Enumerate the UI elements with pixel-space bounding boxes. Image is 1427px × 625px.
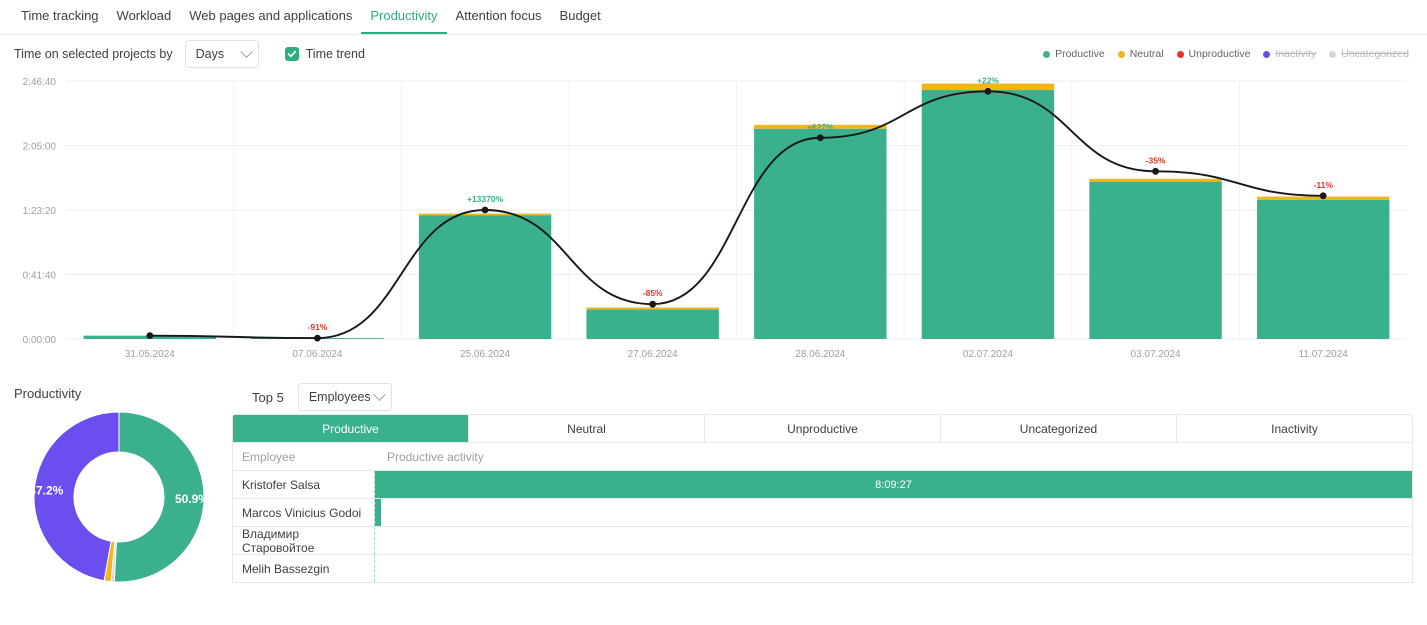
table-row[interactable]: Marcos Vinicius Godoi (232, 499, 1413, 527)
chevron-down-icon (372, 387, 386, 401)
tab-attention-focus[interactable]: Attention focus (447, 0, 551, 34)
tab-time-tracking[interactable]: Time tracking (12, 0, 108, 34)
employee-rows: Kristofer Salsa 8:09:27 Marcos Vinicius Go… (232, 471, 1413, 583)
activity-bar (375, 499, 381, 526)
employee-name: Владимир Старовойтое (233, 527, 375, 555)
chevron-down-icon (239, 44, 253, 58)
svg-text:25.06.2024: 25.06.2024 (460, 349, 510, 360)
tab-neutral[interactable]: Neutral (469, 415, 705, 442)
activity-value: 8:09:27 (875, 478, 912, 491)
time-on-projects-label: Time on selected projects by (14, 47, 173, 61)
activity-bar: 8:09:27 (375, 471, 1412, 498)
svg-text:0:41:40: 0:41:40 (23, 271, 57, 282)
tab-unproductive[interactable]: Unproductive (705, 415, 941, 442)
time-trend-label: Time trend (305, 47, 365, 61)
tab-uncategorized[interactable]: Uncategorized (941, 415, 1177, 442)
activity-bar-cell (375, 555, 1412, 582)
legend-item-unproductive[interactable]: Unproductive (1176, 48, 1251, 60)
legend-dot-inactivity (1263, 50, 1271, 58)
svg-text:1:23:20: 1:23:20 (23, 206, 57, 217)
time-trend-chart: 0:00:00 0:41:40 1:23:20 2:05:00 2:46:40 31.05… (14, 73, 1413, 378)
legend-label-inactivity: Inactivity (1275, 48, 1317, 60)
legend-item-neutral[interactable]: Neutral (1117, 48, 1164, 60)
svg-text:27.06.2024: 27.06.2024 (628, 349, 678, 360)
activity-bar-cell (375, 527, 1412, 554)
svg-text:-91%: -91% (308, 322, 328, 332)
legend-dot-unproductive (1176, 50, 1184, 58)
svg-text:31.05.2024: 31.05.2024 (125, 349, 175, 360)
group-by-select[interactable]: Employees (297, 383, 392, 411)
period-select-value: Days (195, 47, 225, 61)
chart-legend: Productive Neutral Unproductive Inactivi… (1043, 48, 1409, 60)
time-trend-checkbox[interactable]: Time trend (284, 47, 365, 61)
donut-chart-svg: 50.9% 47.2% (29, 411, 209, 583)
period-select[interactable]: Days (184, 40, 259, 68)
top5-label: Top 5 (252, 389, 284, 405)
svg-text:28.06.2024: 28.06.2024 (795, 349, 845, 360)
svg-text:+13370%: +13370% (467, 194, 504, 204)
legend-dot-neutral (1117, 50, 1125, 58)
activity-bar-cell: 8:09:27 (375, 471, 1412, 498)
column-header-activity: Productive activity (387, 449, 484, 464)
group-by-select-value: Employees (308, 390, 371, 404)
svg-text:+627%: +627% (807, 122, 834, 132)
employee-name: Melih Bassezgin (233, 555, 375, 582)
svg-text:2:05:00: 2:05:00 (23, 142, 57, 153)
svg-text:-85%: -85% (643, 288, 663, 298)
legend-item-productive[interactable]: Productive (1043, 48, 1105, 60)
table-row[interactable]: Владимир Старовойтое (232, 527, 1413, 555)
column-header-employee: Employee (242, 449, 296, 464)
svg-text:0:00:00: 0:00:00 (23, 335, 57, 346)
activity-bar-cell (375, 499, 1412, 526)
employee-name: Kristofer Salsa (233, 471, 375, 498)
svg-text:02.07.2024: 02.07.2024 (963, 349, 1013, 360)
legend-dot-productive (1043, 50, 1051, 58)
legend-label-unproductive: Unproductive (1188, 48, 1251, 60)
legend-label-uncategorized: Uncategorized (1341, 48, 1409, 60)
check-icon (284, 47, 299, 61)
tab-web-pages-and-applications[interactable]: Web pages and applications (180, 0, 361, 34)
tab-budget[interactable]: Budget (551, 0, 610, 34)
svg-text:-11%: -11% (1314, 180, 1334, 190)
productivity-title: Productivity (14, 386, 82, 401)
tab-productivity[interactable]: Productivity (361, 0, 446, 34)
table-header-row: Employee Productive activity (232, 443, 1413, 471)
main-tab-bar: Time tracking Workload Web pages and app… (0, 0, 1427, 35)
legend-label-productive: Productive (1055, 48, 1105, 60)
legend-label-neutral: Neutral (1129, 48, 1164, 60)
productivity-donut-panel: Productivity 50.9% 47.2% (14, 380, 232, 589)
category-tab-bar: Productive Neutral Unproductive Uncatego… (232, 414, 1413, 443)
employee-name: Marcos Vinicius Godoi (233, 499, 375, 526)
time-trend-chart-svg: 0:00:00 0:41:40 1:23:20 2:05:00 2:46:40 31.05… (23, 75, 1407, 360)
svg-text:-35%: -35% (1146, 155, 1166, 165)
svg-text:47.2%: 47.2% (29, 484, 63, 498)
legend-dot-uncategorized (1329, 50, 1337, 58)
tab-inactivity[interactable]: Inactivity (1177, 415, 1412, 442)
table-row[interactable]: Melih Bassezgin (232, 555, 1413, 583)
legend-item-uncategorized[interactable]: Uncategorized (1329, 48, 1409, 60)
table-row[interactable]: Kristofer Salsa 8:09:27 (232, 471, 1413, 499)
tab-productive[interactable]: Productive (233, 415, 469, 442)
svg-text:+22%: +22% (977, 75, 999, 85)
svg-text:07.06.2024: 07.06.2024 (292, 349, 342, 360)
top-employees-panel: Top 5 Employees Productive Neutral Unpro… (232, 380, 1413, 589)
tab-workload[interactable]: Workload (108, 0, 181, 34)
svg-text:03.07.2024: 03.07.2024 (1131, 349, 1181, 360)
svg-text:2:46:40: 2:46:40 (23, 77, 57, 88)
donut-chart: 50.9% 47.2% (14, 409, 232, 589)
legend-item-inactivity[interactable]: Inactivity (1263, 48, 1316, 60)
svg-text:11.07.2024: 11.07.2024 (1299, 349, 1349, 360)
top-employees-header: Top 5 Employees (232, 380, 1413, 414)
svg-text:50.9%: 50.9% (175, 492, 209, 506)
productivity-section: Productivity 50.9% 47.2% Top 5 Employees … (0, 380, 1427, 589)
chart-controls-bar: Time on selected projects by Days Time t… (0, 35, 1427, 73)
